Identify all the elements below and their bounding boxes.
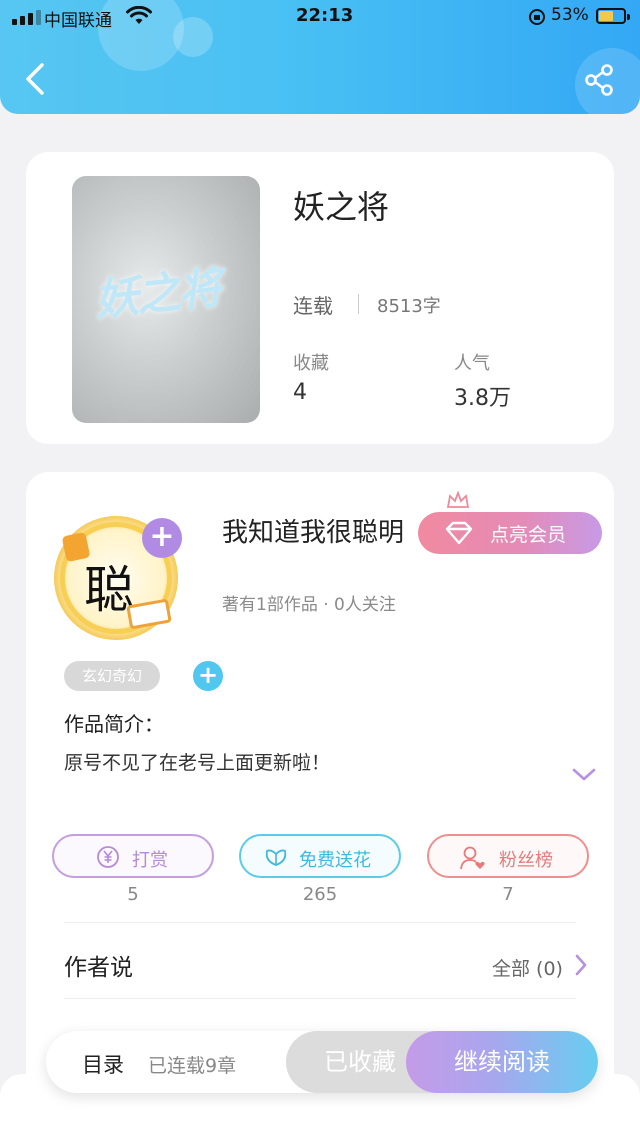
table-of-contents-button[interactable]: 目录 [82,1049,124,1079]
follow-button[interactable]: + [142,518,182,558]
clock: 22:13 [296,5,354,26]
add-tag-button[interactable]: + [193,661,223,691]
author-says-all-link[interactable]: 全部 (0) [492,954,563,981]
popularity-label: 人气 [454,353,490,374]
share-button[interactable] [584,64,616,96]
continue-reading-button[interactable]: 继续阅读 [406,1031,598,1093]
book-cover[interactable]: 妖之将 [72,176,260,423]
genre-tag[interactable]: 玄幻奇幻 [64,661,160,691]
reward-label: 打赏 [132,850,168,871]
reward-button[interactable]: 打赏 [52,834,214,878]
popularity-value: 3.8万 [454,386,511,411]
chapter-count: 已连载9章 [148,1055,237,1077]
fan-ranking-button[interactable]: 粉丝榜 [427,834,589,878]
carrier-name: 中国联通 [44,11,112,31]
back-button[interactable] [20,62,50,96]
flower-count: 265 [302,884,338,905]
battery-charging-icon [596,8,630,24]
favorites-label: 收藏 [293,353,329,374]
book-status: 连载 [293,294,333,318]
vip-button[interactable]: 点亮会员 [418,512,602,554]
fan-ranking-label: 粉丝榜 [499,850,553,871]
yuan-coin-icon [97,846,119,868]
intro-heading: 作品简介： [64,712,164,736]
send-flower-button[interactable]: 免费送花 [239,834,401,878]
favorites-value: 4 [293,380,307,405]
author-meta: 著有1部作品 · 0人关注 [222,595,396,615]
author-says-title[interactable]: 作者说 [64,948,133,982]
fan-count: 7 [502,884,514,905]
fan-user-icon [460,846,485,870]
status-bar: 中国联通 22:13 53% [0,0,640,34]
chevron-down-icon[interactable] [572,768,596,782]
book-title: 妖之将 [293,188,390,226]
cover-title-art: 妖之将 [92,262,223,327]
flower-icon [265,849,287,866]
vip-button-label: 点亮会员 [490,524,567,546]
divider [358,294,359,314]
top-header: 中国联通 22:13 53% [0,0,640,114]
chevron-right-icon[interactable] [574,954,588,976]
battery-percent: 53% [551,5,589,25]
battery-level [599,11,613,21]
reward-count: 5 [127,884,139,905]
divider [64,922,576,923]
rotation-lock-icon [529,9,545,25]
diamond-icon [445,521,473,545]
intro-text: 原号不见了在老号上面更新啦！ [64,752,331,774]
book-info-card: 妖之将 妖之将 连载 8513字 收藏 4 人气 3.8万 [26,152,614,444]
signal-icon [12,10,41,25]
book-word-count: 8513字 [377,296,441,317]
crown-icon [446,490,470,508]
divider [64,998,576,999]
bottom-action-bar: 目录 已连载9章 已收藏 继续阅读 [46,1031,598,1093]
author-name[interactable]: 我知道我很聪明 [222,512,404,549]
send-flower-label: 免费送花 [299,850,371,871]
wifi-icon [126,6,152,24]
